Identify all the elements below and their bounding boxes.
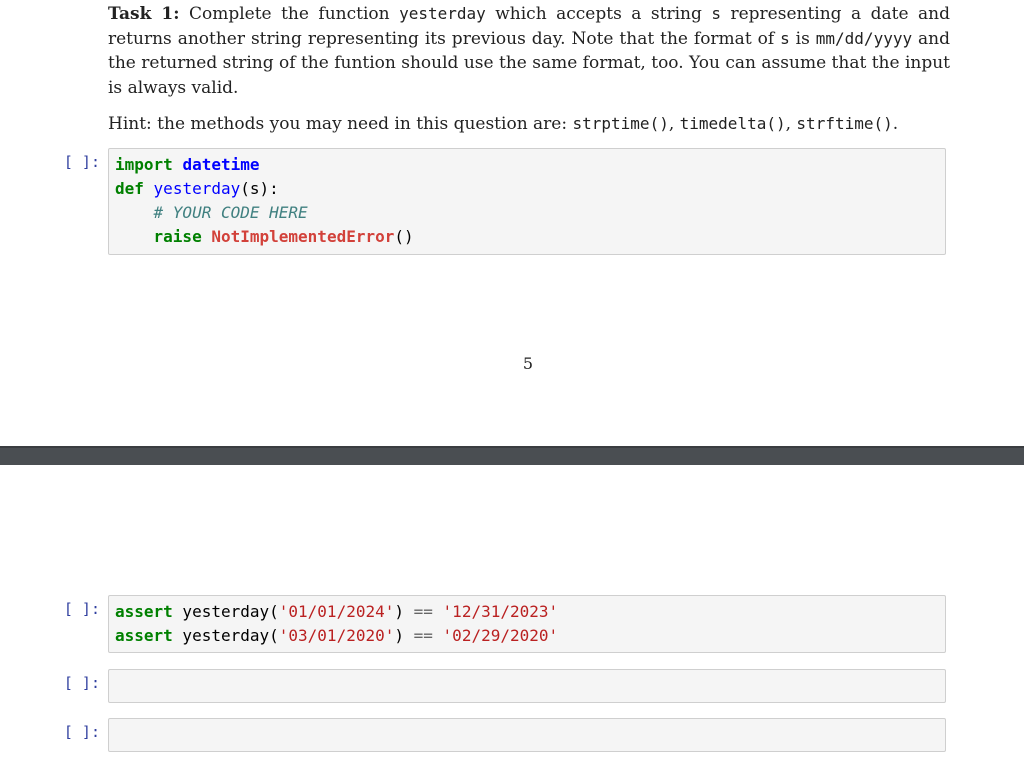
cell-prompt-1: [ ]:: [63, 153, 100, 171]
hint-method-strftime: strftime(): [796, 114, 893, 133]
cell-prompt-2: [ ]:: [63, 600, 100, 618]
assert-call-1: yesterday(: [172, 602, 279, 621]
task-description: Task 1: Complete the function yesterday …: [108, 2, 950, 100]
code-cell-4[interactable]: [108, 718, 946, 752]
indent-2: [115, 227, 154, 246]
code-cell-3[interactable]: [108, 669, 946, 703]
hint-prefix: Hint: the methods you may need in this q…: [108, 114, 573, 134]
task-label: Task 1:: [108, 4, 180, 24]
code-cell-1-source[interactable]: import datetime def yesterday(s): # YOUR…: [109, 149, 945, 253]
cell-prompt-4: [ ]:: [63, 723, 100, 741]
kw-import: import: [115, 155, 173, 174]
task-func-name: yesterday: [399, 4, 486, 23]
hint-method-strptime: strptime(): [572, 114, 669, 133]
page-separator: [0, 446, 1024, 465]
code-comment: # YOUR CODE HERE: [153, 203, 308, 222]
kw-assert-1: assert: [115, 602, 173, 621]
function-args: (s):: [240, 179, 279, 198]
assert-expected-1: '12/31/2023': [442, 602, 559, 621]
kw-raise: raise: [153, 227, 202, 246]
assert-close-1: ): [394, 602, 404, 621]
function-name: yesterday: [153, 179, 241, 198]
task-param: s: [711, 4, 721, 23]
kw-assert-2: assert: [115, 626, 173, 645]
hint-text: Hint: the methods you may need in this q…: [108, 112, 950, 136]
assert-close-2: ): [394, 626, 404, 645]
assert-call-2: yesterday(: [172, 626, 279, 645]
task-param-2: s: [780, 28, 790, 48]
hint-sep-1: ,: [668, 114, 680, 134]
exception-call: (): [394, 227, 414, 246]
hint-suffix: .: [892, 114, 899, 134]
hint-method-timedelta: timedelta(): [679, 114, 786, 133]
kw-def: def: [115, 179, 144, 198]
task-text-2: which accepts a string: [485, 4, 712, 24]
module-name: datetime: [182, 155, 260, 174]
page-number: 5: [522, 354, 534, 373]
hint-sep-2: ,: [785, 114, 797, 134]
code-cell-2-source[interactable]: assert yesterday('01/01/2024') == '12/31…: [109, 596, 945, 652]
assert-arg-2: '03/01/2020': [278, 626, 395, 645]
assert-expected-2: '02/29/2020': [442, 626, 559, 645]
assert-op-1: ==: [413, 602, 433, 621]
code-cell-1[interactable]: import datetime def yesterday(s): # YOUR…: [108, 148, 946, 255]
cell-prompt-3: [ ]:: [63, 674, 100, 692]
exception-name: NotImplementedError: [211, 227, 395, 246]
task-text-1: Complete the function: [179, 4, 400, 24]
task-format: mm/dd/yyyy: [815, 28, 913, 48]
code-cell-2[interactable]: assert yesterday('01/01/2024') == '12/31…: [108, 595, 946, 653]
notebook-page-upper: Task 1: Complete the function yesterday …: [0, 0, 1024, 446]
indent-1: [115, 203, 154, 222]
assert-op-2: ==: [413, 626, 433, 645]
assert-arg-1: '01/01/2024': [278, 602, 395, 621]
task-text-4: is: [789, 28, 816, 49]
